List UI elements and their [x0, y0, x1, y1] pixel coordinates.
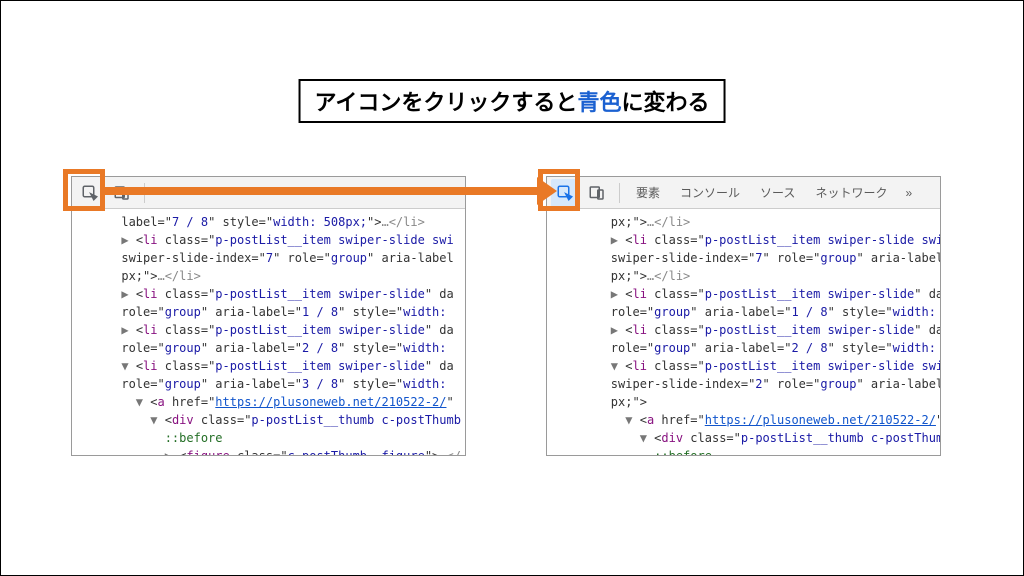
explanation-caption: アイコンをクリックすると青色に変わる — [299, 79, 726, 123]
code-line[interactable]: ▼ <a href="https://plusoneweb.net/210522… — [553, 411, 940, 429]
code-line[interactable]: ▶ <li class="p-postList__item swiper-sli… — [78, 285, 465, 303]
highlight-frame-left — [63, 169, 105, 211]
code-line[interactable]: px;">…</li> — [553, 267, 940, 285]
tab-network[interactable]: ネットワーク — [807, 184, 895, 202]
tab-more[interactable]: » — [899, 184, 918, 202]
code-line[interactable]: swiper-slide-index="2" role="group" aria… — [553, 375, 940, 393]
code-line[interactable]: ▼ <div class="p-postList__thumb c-postTh… — [78, 411, 465, 429]
arrow-shaft — [105, 187, 537, 195]
code-line[interactable]: ::before — [553, 447, 940, 456]
code-line[interactable]: role="group" aria-label="2 / 8" style="w… — [553, 339, 940, 357]
code-line[interactable]: ▼ <li class="p-postList__item swiper-sli… — [78, 357, 465, 375]
tab-console[interactable]: コンソール — [672, 184, 748, 202]
code-line[interactable]: role="group" aria-label="3 / 8" style="w… — [78, 375, 465, 393]
caption-before: アイコンをクリックすると — [315, 90, 578, 115]
device-toggle-button[interactable] — [583, 179, 611, 207]
code-line[interactable]: ▶ <li class="p-postList__item swiper-sli… — [553, 285, 940, 303]
elements-code-left[interactable]: label="7 / 8" style="width: 508px;">…</l… — [72, 209, 465, 456]
code-line[interactable]: ▶ <li class="p-postList__item swiper-sli… — [78, 321, 465, 339]
caption-highlight: 青色 — [577, 90, 621, 115]
code-line[interactable]: ▼ <a href="https://plusoneweb.net/210522… — [78, 393, 465, 411]
code-line[interactable]: ▼ <div class="p-postList__thumb c-postTh… — [553, 429, 940, 447]
code-line[interactable]: px;"> — [553, 393, 940, 411]
code-line[interactable]: swiper-slide-index="7" role="group" aria… — [553, 249, 940, 267]
code-line[interactable]: ▶ <li class="p-postList__item swiper-sli… — [553, 321, 940, 339]
code-line[interactable]: ::before — [78, 429, 465, 447]
code-line[interactable]: role="group" aria-label="2 / 8" style="w… — [78, 339, 465, 357]
caption-after: に変わる — [621, 90, 709, 115]
tab-sources[interactable]: ソース — [752, 184, 803, 202]
code-line[interactable]: label="7 / 8" style="width: 508px;">…</l… — [78, 213, 465, 231]
code-line[interactable]: role="group" aria-label="1 / 8" style="w… — [78, 303, 465, 321]
highlight-frame-right — [538, 169, 580, 211]
code-line[interactable]: ▶ <li class="p-postList__item swiper-sli… — [553, 231, 940, 249]
code-line[interactable]: px;">…</li> — [553, 213, 940, 231]
code-line[interactable]: swiper-slide-index="7" role="group" aria… — [78, 249, 465, 267]
code-line[interactable]: ▶ <li class="p-postList__item swiper-sli… — [78, 231, 465, 249]
code-line[interactable]: ▼ <li class="p-postList__item swiper-sli… — [553, 357, 940, 375]
toolbar-divider — [619, 183, 620, 203]
code-line[interactable]: role="group" aria-label="1 / 8" style="w… — [553, 303, 940, 321]
devtools-toolbar: 要素 コンソール ソース ネットワーク » — [547, 177, 940, 209]
devtools-panel-after: 要素 コンソール ソース ネットワーク » px;">…</li> ▶ <li … — [546, 176, 941, 456]
elements-code-right[interactable]: px;">…</li> ▶ <li class="p-postList__ite… — [547, 209, 940, 456]
devtools-panel-before: label="7 / 8" style="width: 508px;">…</l… — [71, 176, 466, 456]
tab-elements[interactable]: 要素 — [628, 184, 668, 202]
code-line[interactable]: px;">…</li> — [78, 267, 465, 285]
code-line[interactable]: ▶ <figure class="c-postThumb__figure">…<… — [78, 447, 465, 456]
